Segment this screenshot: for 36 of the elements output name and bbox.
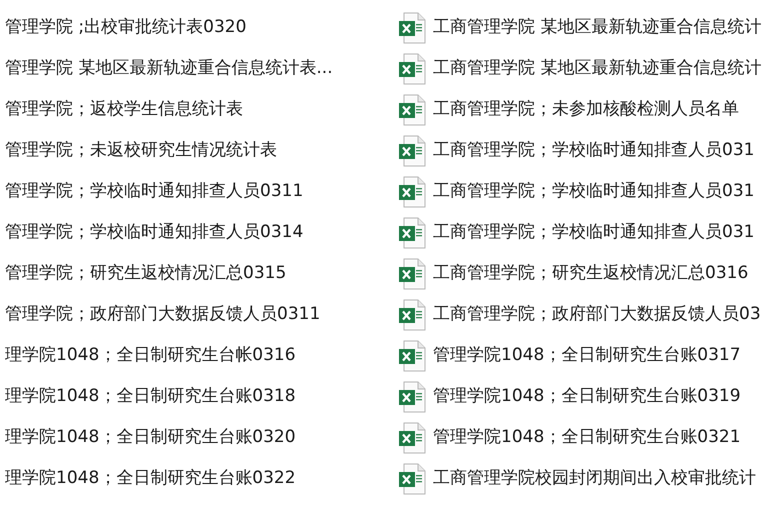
spreadsheet-file-icon (398, 216, 426, 248)
file-name[interactable]: 管理学院1048；全日制研究生台账0317 (433, 345, 741, 366)
file-name[interactable]: 工商管理学院 某地区最新轨迹重合信息统计 (433, 58, 762, 79)
file-name[interactable]: 工商管理学院；政府部门大数据反馈人员03 (433, 304, 761, 325)
file-name[interactable]: 工商管理学院；未参加核酸检测人员名单 (433, 99, 739, 120)
file-name[interactable]: 工商管理学院；研究生返校情况汇总0316 (433, 263, 748, 284)
spreadsheet-file-icon (398, 12, 426, 44)
file-name[interactable]: 管理学院；学校临时通知排查人员0314 (5, 222, 304, 243)
spreadsheet-file-icon (398, 176, 426, 208)
spreadsheet-file-icon (398, 258, 426, 290)
file-name[interactable]: 理学院1048；全日制研究生台账0318 (5, 386, 296, 407)
file-name[interactable]: 工商管理学院；学校临时通知排查人员031 (433, 222, 754, 243)
spreadsheet-file-icon (398, 298, 426, 330)
file-name[interactable]: 理学院1048；全日制研究生台账0322 (5, 468, 296, 489)
file-name[interactable]: 管理学院1048；全日制研究生台账0321 (433, 427, 741, 448)
spreadsheet-file-icon (398, 340, 426, 372)
spreadsheet-file-icon (398, 462, 426, 494)
file-name[interactable]: 管理学院；返校学生信息统计表 (5, 99, 243, 120)
spreadsheet-file-icon (398, 380, 426, 412)
spreadsheet-file-icon (398, 134, 426, 166)
file-name[interactable]: 工商管理学院 某地区最新轨迹重合信息统计 (433, 17, 762, 38)
file-name[interactable]: 管理学院 某地区最新轨迹重合信息统计表... (5, 58, 333, 79)
file-name[interactable]: 管理学院 ;出校审批统计表0320 (5, 17, 246, 38)
file-name[interactable]: 管理学院1048；全日制研究生台账0319 (433, 386, 741, 407)
file-name[interactable]: 工商管理学院；学校临时通知排查人员031 (433, 181, 754, 202)
file-name[interactable]: 理学院1048；全日制研究生台帐0316 (5, 345, 296, 366)
file-name[interactable]: 管理学院；政府部门大数据反馈人员0311 (5, 304, 320, 325)
file-name[interactable]: 管理学院；未返校研究生情况统计表 (5, 140, 277, 161)
file-name[interactable]: 管理学院；研究生返校情况汇总0315 (5, 263, 286, 284)
spreadsheet-file-icon (398, 422, 426, 454)
spreadsheet-file-icon (398, 94, 426, 126)
spreadsheet-file-icon (398, 52, 426, 84)
file-name[interactable]: 工商管理学院；学校临时通知排查人员031 (433, 140, 754, 161)
file-name[interactable]: 工商管理学院校园封闭期间出入校审批统计 (433, 468, 756, 489)
file-name[interactable]: 管理学院；学校临时通知排查人员0311 (5, 181, 304, 202)
file-name[interactable]: 理学院1048；全日制研究生台账0320 (5, 427, 296, 448)
